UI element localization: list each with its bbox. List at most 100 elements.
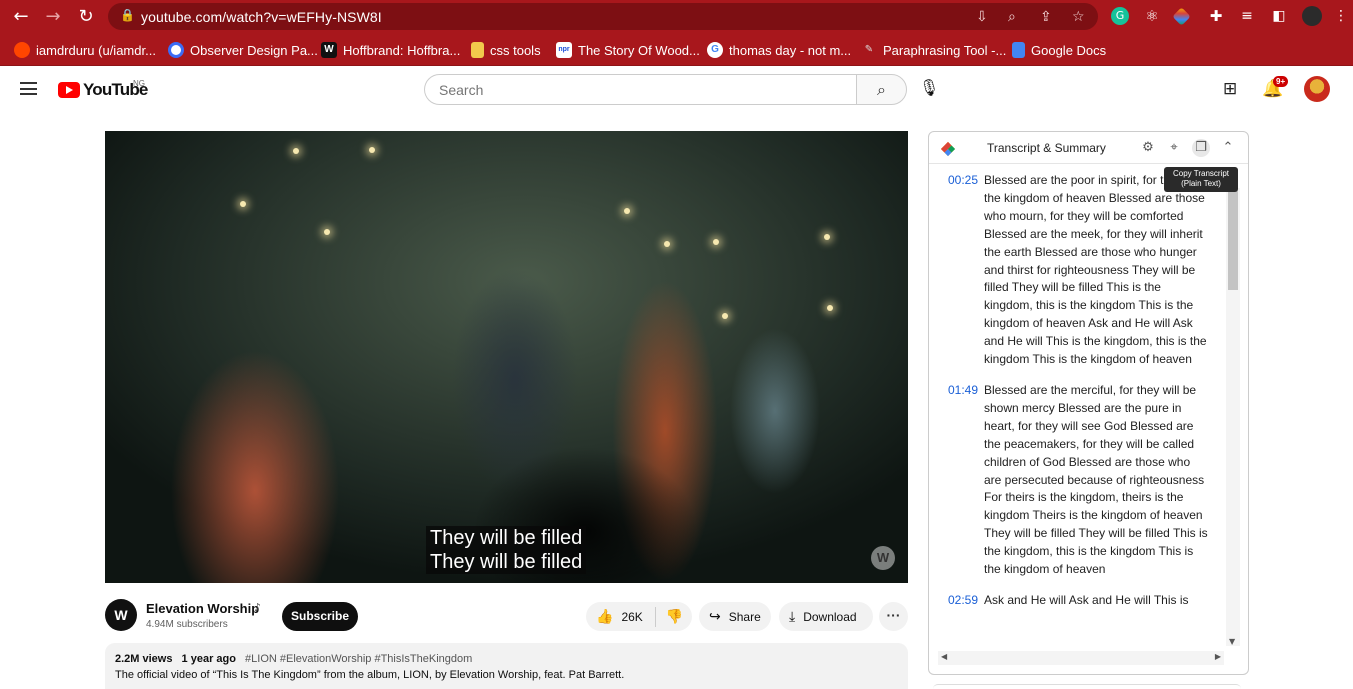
transcript-horizontal-scrollbar[interactable]: ◀ ▶ [938, 651, 1224, 665]
transcript-header: Transcript & Summary ⚙ ⌖ ❐ ⌃ [929, 132, 1248, 164]
extensions-puzzle-icon[interactable]: ✚ [1207, 7, 1225, 25]
channel-watermark-icon[interactable]: W [871, 546, 895, 570]
address-bar[interactable]: 🔒 youtube.com/watch?v=wEFHy-NSW8I ⇩ ⌕ ⇪ … [108, 3, 1098, 30]
download-button[interactable]: ⤓ Download [779, 602, 873, 631]
stage-light [827, 305, 833, 311]
bookmark-item[interactable]: Google Docs [1012, 41, 1106, 59]
zoom-icon[interactable]: ⌕ [1008, 9, 1016, 25]
quill-icon: ✎ [864, 44, 874, 55]
channel-name[interactable]: Elevation Worship [146, 601, 259, 616]
transcript-panel: Transcript & Summary ⚙ ⌖ ❐ ⌃ 00:25 Bless… [928, 131, 1249, 675]
bookmark-item[interactable]: css tools [471, 41, 541, 59]
transcript-text[interactable]: Blessed are the poor in spirit, for thei… [984, 172, 1208, 369]
transcript-timestamp[interactable]: 01:49 [939, 382, 984, 579]
scrollbar-thumb[interactable] [1228, 190, 1238, 290]
stage-light [824, 234, 830, 240]
account-avatar[interactable] [1304, 76, 1330, 102]
grammarly-extension-icon[interactable]: G [1111, 7, 1129, 25]
download-icon: ⤓ [789, 608, 796, 625]
docs-icon [1012, 42, 1025, 58]
scroll-right-arrow-icon[interactable]: ▶ [1215, 652, 1221, 661]
back-icon[interactable]: ← [10, 6, 32, 28]
video-caption: They will be filled They will be filled [426, 526, 587, 574]
menu-kebab-icon[interactable]: ⋮ [1332, 7, 1350, 25]
scroll-left-arrow-icon[interactable]: ◀ [941, 652, 947, 661]
bookmark-label: thomas day - not m... [729, 42, 852, 58]
description-box[interactable]: 2.2M views 1 year ago #LION #ElevationWo… [105, 643, 908, 689]
voice-search-mic-icon[interactable]: 🎙 [919, 78, 939, 97]
bookmark-label: Paraphrasing Tool -... [883, 42, 1007, 58]
like-dislike-group: 👍 26K 👎 [586, 602, 692, 631]
react-devtools-icon[interactable]: ⚛ [1143, 7, 1161, 25]
upload-age: 1 year ago [181, 653, 236, 665]
google-icon: G [707, 42, 723, 58]
bookmark-item[interactable]: W Hoffbrand: Hoffbra... [321, 41, 460, 59]
menu-hamburger-icon[interactable] [20, 82, 37, 95]
w-icon: W [321, 42, 337, 58]
search-input[interactable] [425, 75, 857, 104]
bookmark-item[interactable]: Observer Design Pa... [168, 41, 318, 59]
bookmark-label: iamdrduru (u/iamdr... [36, 42, 156, 58]
stage-light [664, 241, 670, 247]
reload-icon[interactable]: ↻ [75, 6, 97, 28]
bookmark-item[interactable]: ✎ Paraphrasing Tool -... [861, 41, 1007, 59]
folder-icon [471, 42, 484, 58]
tooltip-line: Copy Transcript [1172, 169, 1230, 178]
video-meta: 2.2M views 1 year ago #LION #ElevationWo… [115, 653, 898, 665]
transcript-text[interactable]: Blessed are the merciful, for they will … [984, 382, 1208, 579]
video-player[interactable] [105, 131, 908, 583]
stage-light [369, 147, 375, 153]
bookmark-label: Observer Design Pa... [190, 42, 318, 58]
bookmark-label: Hoffbrand: Hoffbra... [343, 42, 461, 58]
share-button[interactable]: ↪ Share [699, 602, 771, 631]
music-note-icon: ♪ [254, 601, 262, 614]
thumbs-down-icon[interactable]: 👎 [666, 609, 683, 625]
copy-transcript-icon[interactable]: ❐ [1192, 139, 1210, 157]
share-page-icon[interactable]: ⇪ [1040, 9, 1052, 25]
stage-light [240, 201, 246, 207]
hashtags[interactable]: #LION #ElevationWorship #ThisIsTheKingdo… [245, 653, 472, 665]
bookmark-item[interactable]: G thomas day - not m... [707, 41, 851, 59]
install-app-icon[interactable]: ⇩ [976, 9, 988, 25]
transcript-entry: 00:25 Blessed are the poor in spirit, fo… [939, 172, 1239, 369]
subscribe-button[interactable]: Subscribe [282, 602, 358, 631]
profile-avatar[interactable] [1302, 6, 1322, 26]
description-text: The official video of “This Is The Kingd… [115, 669, 625, 681]
tooltip-line: (Plain Text) [1181, 179, 1221, 188]
chatgpt-summary-icon[interactable]: ⚙ [1139, 139, 1157, 157]
bookmark-label: The Story Of Wood... [578, 42, 700, 58]
divider [654, 606, 656, 627]
create-video-icon[interactable]: ⊞ [1223, 79, 1237, 99]
channel-avatar[interactable]: W [105, 599, 137, 631]
bookmark-item[interactable]: iamdrduru (u/iamdr... [14, 41, 156, 59]
country-code: NG [133, 79, 145, 88]
scroll-down-arrow-icon[interactable]: ▼ [1229, 637, 1235, 646]
bookmark-star-icon[interactable]: ☆ [1072, 9, 1085, 25]
thumbs-up-icon[interactable]: 👍 [596, 609, 613, 625]
transcript-extension-icon[interactable] [1172, 7, 1191, 26]
search-icon: ⌕ [877, 80, 886, 99]
observer-icon [168, 42, 184, 58]
download-label: Download [803, 609, 857, 624]
transcript-timestamp[interactable]: 00:25 [939, 172, 984, 369]
more-actions-button[interactable]: ··· [879, 602, 908, 631]
transcript-list: 00:25 Blessed are the poor in spirit, fo… [939, 172, 1239, 650]
transcript-scrollbar[interactable]: ▼ [1226, 188, 1240, 646]
copy-transcript-tooltip: Copy Transcript (Plain Text) [1164, 167, 1238, 192]
bookmark-label: css tools [490, 42, 541, 58]
search-container [424, 74, 857, 105]
address-url[interactable]: youtube.com/watch?v=wEFHy-NSW8I [141, 9, 382, 25]
like-count[interactable]: 26K [621, 610, 642, 624]
reading-list-icon[interactable]: ≡ [1238, 7, 1256, 25]
transcript-title: Transcript & Summary [987, 141, 1106, 155]
notification-badge: 9+ [1273, 76, 1289, 87]
collapse-chevron-up-icon[interactable]: ⌃ [1219, 139, 1237, 157]
jump-to-current-icon[interactable]: ⌖ [1165, 139, 1183, 157]
npr-icon: npr [556, 42, 572, 58]
side-panel-icon[interactable]: ◧ [1270, 7, 1288, 25]
search-button[interactable]: ⌕ [856, 74, 907, 105]
bookmark-item[interactable]: npr The Story Of Wood... [556, 41, 700, 59]
forward-icon[interactable]: → [42, 6, 64, 28]
transcript-timestamp[interactable]: 02:59 [939, 592, 984, 610]
transcript-text[interactable]: Ask and He will Ask and He will This is [984, 592, 1208, 610]
